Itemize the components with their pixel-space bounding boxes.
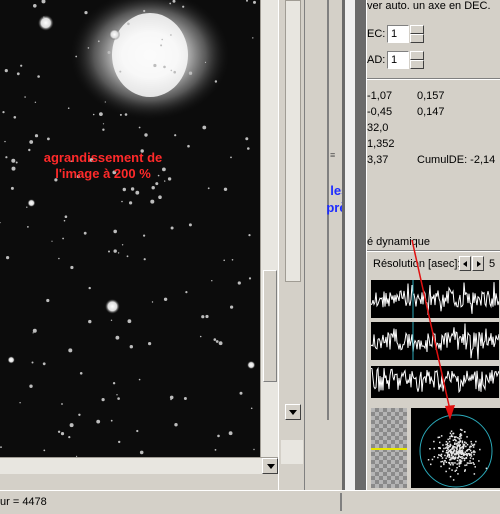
status-divider <box>340 493 342 511</box>
status-bar: ur = 4478 <box>0 490 500 514</box>
status-text: ur = 4478 <box>0 496 47 508</box>
annotation-arrow <box>411 239 455 420</box>
